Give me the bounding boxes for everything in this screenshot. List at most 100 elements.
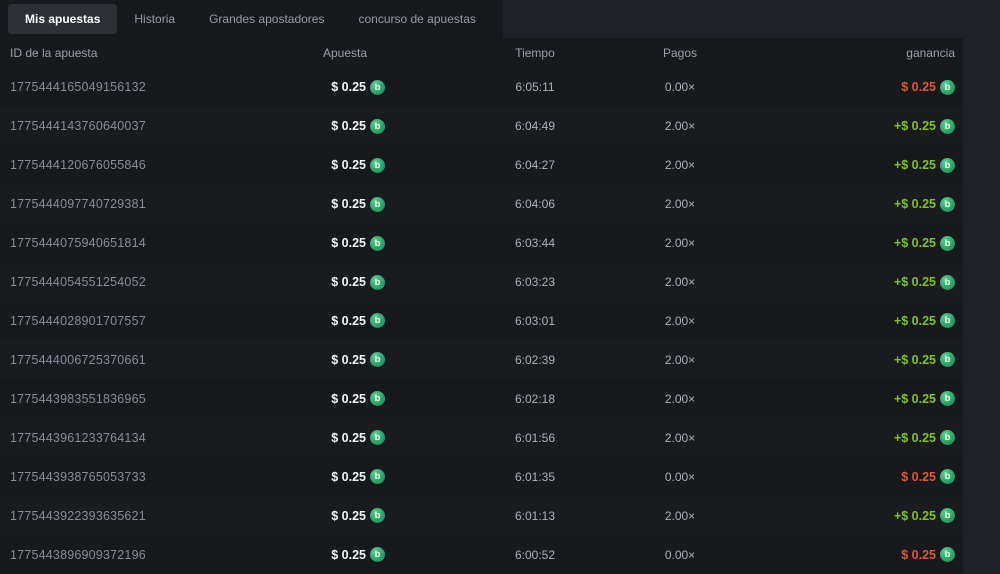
bet-time: 6:03:44	[514, 236, 556, 251]
bcd-coin-icon: b	[940, 196, 955, 212]
bet-profit-value: +$ 0.25	[893, 352, 936, 367]
bet-payout: 2.00×	[664, 391, 696, 406]
column-header-time: Tiempo	[515, 46, 555, 60]
bcd-coin-icon: b	[370, 391, 385, 407]
bcd-coin-icon: b	[370, 274, 385, 290]
bet-amount-value: $ 0.25	[331, 313, 366, 328]
bet-amount-value: $ 0.25	[331, 547, 366, 562]
bet-time: 6:00:52	[514, 547, 556, 562]
table-row[interactable]: 1775444054551254052 $ 0.25 b 6:03:23 2.0…	[0, 263, 963, 302]
bet-id: 1775444028901707557	[10, 313, 146, 328]
bet-amount: $ 0.25 b	[305, 391, 385, 407]
bet-time: 6:02:18	[514, 391, 556, 406]
bet-amount-value: $ 0.25	[331, 119, 366, 134]
table-row[interactable]: 1775443983551836965 $ 0.25 b 6:02:18 2.0…	[0, 379, 963, 418]
bet-payout: 0.00×	[664, 469, 696, 484]
bet-payout: 2.00×	[664, 275, 696, 290]
bet-profit-value: +$ 0.25	[893, 119, 936, 134]
bcd-coin-icon: b	[370, 157, 385, 173]
table-row[interactable]: 1775443896909372196 $ 0.25 b 6:00:52 0.0…	[0, 535, 963, 574]
tab-grandes-apostadores[interactable]: Grandes apostadores	[192, 4, 341, 34]
bet-profit: $ 0.25 b	[740, 469, 963, 485]
bcd-coin-icon: b	[940, 469, 955, 485]
bcd-coin-icon: b	[940, 235, 955, 251]
bet-time: 6:01:56	[514, 430, 556, 445]
bcd-coin-icon: b	[370, 196, 385, 212]
bets-table: ID de la apuesta Apuesta Tiempo Pagos ga…	[0, 38, 963, 574]
bet-time: 6:04:27	[514, 158, 556, 173]
bet-id: 1775443938765053733	[10, 469, 146, 484]
bets-panel: Mis apuestas Historia Grandes apostadores c…	[0, 0, 1000, 574]
table-body: 1775444165049156132 $ 0.25 b 6:05:11 0.0…	[0, 68, 963, 574]
bet-time: 6:04:49	[514, 119, 556, 134]
table-row[interactable]: 1775444097740729381 $ 0.25 b 6:04:06 2.0…	[0, 185, 963, 224]
table-row[interactable]: 1775444165049156132 $ 0.25 b 6:05:11 0.0…	[0, 68, 963, 107]
bet-profit: +$ 0.25 b	[740, 391, 963, 407]
bet-payout: 2.00×	[664, 352, 696, 367]
table-row[interactable]: 1775443961233764134 $ 0.25 b 6:01:56 2.0…	[0, 418, 963, 457]
column-header-profit: ganancia	[906, 46, 955, 60]
tabs-group: Mis apuestas Historia Grandes apostadores c…	[0, 0, 503, 38]
bcd-coin-icon: b	[940, 118, 955, 134]
bet-amount-value: $ 0.25	[331, 80, 366, 95]
bet-amount-value: $ 0.25	[331, 236, 366, 251]
bcd-coin-icon: b	[940, 157, 955, 173]
bet-profit: +$ 0.25 b	[740, 352, 963, 368]
bcd-coin-icon: b	[940, 391, 955, 407]
table-row[interactable]: 1775444075940651814 $ 0.25 b 6:03:44 2.0…	[0, 224, 963, 263]
bet-profit: $ 0.25 b	[740, 547, 963, 563]
table-row[interactable]: 1775444028901707557 $ 0.25 b 6:03:01 2.0…	[0, 302, 963, 341]
bet-payout: 0.00×	[664, 80, 696, 95]
bet-profit: +$ 0.25 b	[740, 118, 963, 134]
bet-time: 6:03:01	[514, 313, 556, 328]
bet-payout: 2.00×	[664, 508, 696, 523]
bet-profit-value: +$ 0.25	[893, 391, 936, 406]
bet-payout: 2.00×	[664, 430, 696, 445]
bet-amount: $ 0.25 b	[305, 313, 385, 329]
bcd-coin-icon: b	[370, 547, 385, 563]
bet-amount: $ 0.25 b	[305, 508, 385, 524]
tab-concurso-de-apuestas[interactable]: concurso de apuestas	[341, 4, 492, 34]
bet-amount: $ 0.25 b	[305, 547, 385, 563]
bet-amount-value: $ 0.25	[331, 352, 366, 367]
table-row[interactable]: 1775444006725370661 $ 0.25 b 6:02:39 2.0…	[0, 340, 963, 379]
bet-id: 1775444006725370661	[10, 352, 146, 367]
bet-amount-value: $ 0.25	[331, 469, 366, 484]
bet-profit: +$ 0.25 b	[740, 157, 963, 173]
bet-profit-value: +$ 0.25	[893, 236, 936, 251]
bet-profit-value: +$ 0.25	[893, 275, 936, 290]
bet-amount: $ 0.25 b	[305, 430, 385, 446]
bet-profit-value: +$ 0.25	[893, 158, 936, 173]
bcd-coin-icon: b	[370, 508, 385, 524]
bcd-coin-icon: b	[940, 508, 955, 524]
tab-mis-apuestas[interactable]: Mis apuestas	[8, 4, 118, 34]
bet-time: 6:02:39	[514, 352, 556, 367]
bet-payout: 0.00×	[664, 547, 696, 562]
bet-amount: $ 0.25 b	[305, 469, 385, 485]
column-header-payout: Pagos	[662, 46, 698, 60]
bcd-coin-icon: b	[370, 469, 385, 485]
bet-amount: $ 0.25 b	[305, 274, 385, 290]
bcd-coin-icon: b	[370, 118, 385, 134]
bet-amount: $ 0.25 b	[305, 157, 385, 173]
bet-amount-value: $ 0.25	[331, 430, 366, 445]
bcd-coin-icon: b	[370, 79, 385, 95]
bet-profit: +$ 0.25 b	[740, 274, 963, 290]
bet-profit-value: +$ 0.25	[893, 197, 936, 212]
bet-profit-value: +$ 0.25	[893, 508, 936, 523]
bcd-coin-icon: b	[940, 352, 955, 368]
bet-amount: $ 0.25 b	[305, 235, 385, 251]
table-row[interactable]: 1775444143760640037 $ 0.25 b 6:04:49 2.0…	[0, 107, 963, 146]
bet-amount: $ 0.25 b	[305, 118, 385, 134]
bet-time: 6:03:23	[514, 275, 556, 290]
table-row[interactable]: 1775443938765053733 $ 0.25 b 6:01:35 0.0…	[0, 457, 963, 496]
bcd-coin-icon: b	[940, 79, 955, 95]
bet-profit: +$ 0.25 b	[740, 196, 963, 212]
bet-id: 1775443922393635621	[10, 508, 146, 523]
bet-amount-value: $ 0.25	[331, 197, 366, 212]
tab-historia[interactable]: Historia	[117, 4, 192, 34]
table-row[interactable]: 1775444120676055846 $ 0.25 b 6:04:27 2.0…	[0, 146, 963, 185]
bcd-coin-icon: b	[370, 430, 385, 446]
table-row[interactable]: 1775443922393635621 $ 0.25 b 6:01:13 2.0…	[0, 496, 963, 535]
bet-profit: +$ 0.25 b	[740, 430, 963, 446]
